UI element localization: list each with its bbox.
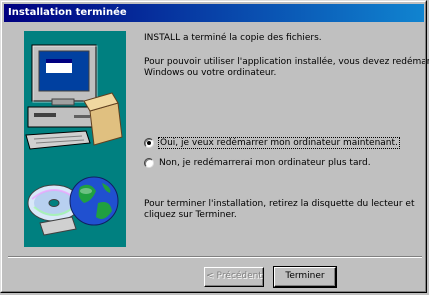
restart-now-option[interactable]: Oui, je veux redémarrer mon ordinateur m… [144, 136, 400, 150]
computer-cd-icon [25, 44, 123, 236]
back-button[interactable]: < Précédent [204, 267, 264, 287]
restart-info-line-1: Pour pouvoir utiliser l'application inst… [144, 57, 429, 67]
setup-illustration [24, 31, 126, 247]
button-separator [8, 256, 422, 258]
finish-note-line-1: Pour terminer l'installation, retirez la… [144, 199, 415, 209]
radio-unselected-icon[interactable] [144, 158, 154, 168]
restart-later-option[interactable]: Non, je redémarrerai mon ordinateur plus… [144, 156, 371, 170]
restart-info-line-2: Windows ou votre ordinateur. [144, 68, 277, 78]
finish-button-label: Terminer [285, 271, 325, 281]
setup-dialog: Installation terminée INSTALL a terminé … [0, 0, 429, 293]
finish-button[interactable]: Terminer [273, 266, 337, 288]
back-button-label: < Précédent [206, 271, 262, 281]
restart-later-label: Non, je redémarrerai mon ordinateur plus… [159, 158, 371, 168]
dialog-title: Installation terminée [4, 4, 424, 22]
finish-note-line-2: cliquez sur Terminer. [144, 210, 237, 220]
restart-now-label: Oui, je veux redémarrer mon ordinateur m… [158, 137, 400, 149]
radio-selected-icon[interactable] [144, 138, 154, 148]
completion-message: INSTALL a terminé la copie des fichiers. [144, 33, 322, 43]
